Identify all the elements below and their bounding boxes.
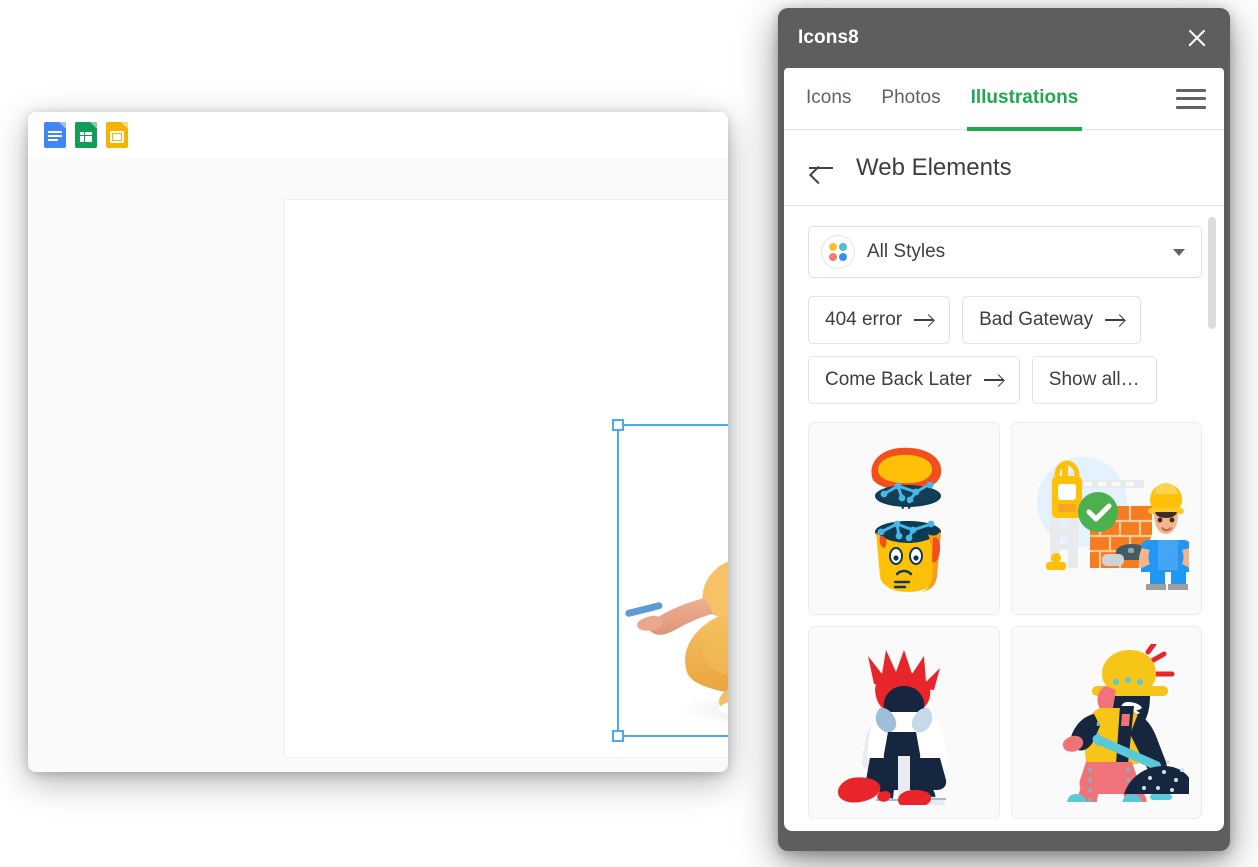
google-sheets-icon[interactable] bbox=[75, 122, 97, 148]
resize-handle-bottom-left[interactable] bbox=[612, 730, 624, 742]
panel-title-text: Icons8 bbox=[798, 27, 859, 48]
chip-show-all[interactable]: Show all… bbox=[1031, 356, 1157, 404]
workspace-app-toolbar bbox=[28, 112, 728, 158]
style-filter-dropdown[interactable]: All Styles bbox=[808, 226, 1202, 278]
result-under-construction[interactable] bbox=[1010, 422, 1202, 615]
chevron-down-icon bbox=[1173, 248, 1185, 256]
panel-titlebar: Icons8 bbox=[778, 8, 1230, 68]
suggestion-chips: 404 error Bad Gateway Come Back Later Sh… bbox=[808, 296, 1202, 404]
tab-illustrations[interactable]: Illustrations bbox=[966, 87, 1082, 131]
result-digging-worker[interactable] bbox=[1010, 626, 1202, 819]
arrow-right-icon bbox=[983, 373, 1003, 387]
icons8-addon-panel: Icons8 Icons Photos Illustrations Web El… bbox=[778, 8, 1230, 851]
google-slides-icon[interactable] bbox=[106, 122, 128, 148]
chip-label: Come Back Later bbox=[825, 369, 972, 390]
chip-bad-gateway[interactable]: Bad Gateway bbox=[962, 296, 1142, 344]
document-editor-window bbox=[28, 112, 728, 772]
arrow-right-icon bbox=[1105, 313, 1125, 327]
google-docs-icon[interactable] bbox=[44, 122, 66, 148]
chip-label: Bad Gateway bbox=[979, 309, 1094, 330]
category-subheader: Web Elements bbox=[784, 130, 1224, 206]
close-icon[interactable] bbox=[1182, 23, 1212, 53]
category-title: Web Elements bbox=[856, 153, 1012, 181]
chip-come-back-later[interactable]: Come Back Later bbox=[808, 356, 1020, 404]
scrollbar-thumb[interactable] bbox=[1208, 217, 1216, 329]
illustration-results-grid bbox=[808, 422, 1202, 819]
style-filter-label: All Styles bbox=[867, 241, 946, 262]
chip-label: Show all… bbox=[1048, 369, 1140, 390]
tab-icons[interactable]: Icons bbox=[806, 87, 851, 111]
results-scrollbar[interactable] bbox=[1208, 211, 1216, 831]
document-canvas bbox=[28, 158, 728, 772]
result-frustrated-person[interactable] bbox=[808, 626, 1000, 819]
arrow-right-icon bbox=[914, 313, 934, 327]
chip-label: 404 error bbox=[825, 309, 903, 330]
result-broken-cup[interactable] bbox=[808, 422, 1000, 615]
screenshot-root: Icons8 Icons Photos Illustrations Web El… bbox=[0, 0, 1258, 867]
tab-photos[interactable]: Photos bbox=[881, 87, 940, 111]
panel-body: Icons Photos Illustrations Web Elements … bbox=[784, 68, 1224, 831]
hamburger-menu-icon[interactable] bbox=[1176, 88, 1206, 109]
document-page[interactable] bbox=[285, 200, 728, 757]
resize-handle-top-left[interactable] bbox=[612, 419, 624, 431]
results-scroll-area: All Styles 404 error Bad Gateway Come Ba… bbox=[784, 206, 1224, 831]
back-arrow-icon[interactable] bbox=[806, 153, 836, 183]
selection-frame[interactable] bbox=[612, 419, 728, 742]
styles-dots-icon bbox=[821, 235, 855, 269]
chip-404-error[interactable]: 404 error bbox=[808, 296, 951, 344]
panel-tabs: Icons Photos Illustrations bbox=[784, 68, 1224, 131]
